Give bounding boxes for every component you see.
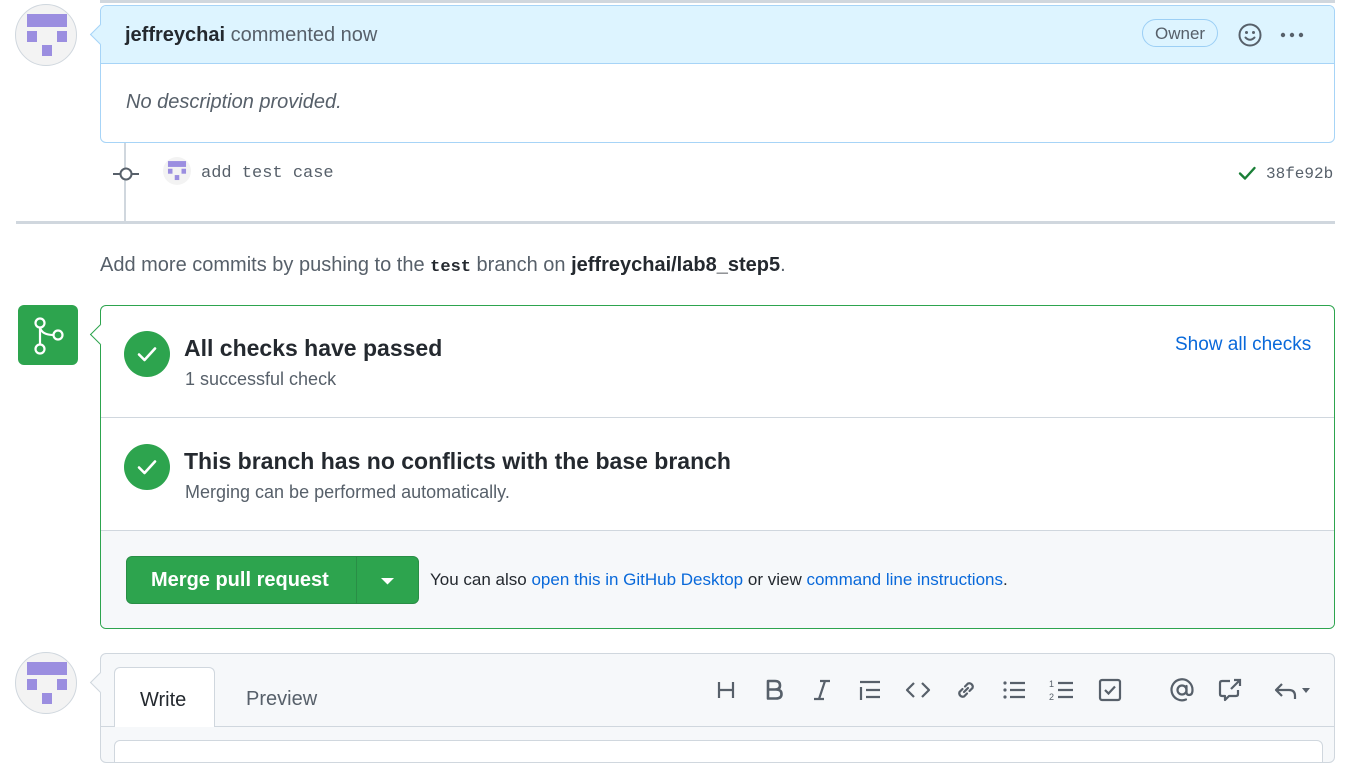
branch-name: test bbox=[430, 258, 471, 277]
commit-sha[interactable]: 38fe92b bbox=[1266, 165, 1333, 183]
editor-header-border bbox=[101, 726, 1334, 727]
no-conflicts-icon bbox=[124, 444, 170, 490]
reaction-button[interactable] bbox=[1236, 21, 1264, 49]
comment-body: No description provided. bbox=[126, 91, 342, 113]
comment-meta: jeffreychai commented now bbox=[125, 23, 377, 47]
avatar[interactable] bbox=[15, 4, 77, 66]
more-options-button[interactable] bbox=[1278, 21, 1306, 49]
conflicts-title: This branch has no conflicts with the ba… bbox=[184, 448, 731, 474]
checks-title: All checks have passed bbox=[184, 335, 443, 361]
smiley-icon bbox=[1238, 23, 1262, 47]
push-hint-prefix: Add more commits by pushing to the bbox=[100, 254, 425, 276]
cross-reference-icon bbox=[1218, 678, 1242, 702]
svg-text:1: 1 bbox=[1049, 679, 1054, 689]
tab-write[interactable]: Write bbox=[114, 667, 215, 727]
current-user-avatar[interactable] bbox=[15, 652, 77, 714]
quote-button[interactable] bbox=[856, 676, 884, 704]
tab-write-label: Write bbox=[140, 689, 187, 711]
bold-icon bbox=[766, 679, 783, 700]
merge-hint-suffix: . bbox=[1003, 570, 1008, 589]
comment-action: commented now bbox=[230, 24, 378, 46]
quote-icon bbox=[859, 680, 880, 700]
svg-text:2: 2 bbox=[1049, 692, 1054, 702]
merge-hint-prefix: You can also bbox=[430, 570, 527, 589]
commit-message[interactable]: add test case bbox=[201, 164, 334, 183]
conflicts-subtitle: Merging can be performed automatically. bbox=[185, 482, 510, 502]
unordered-list-button[interactable] bbox=[1000, 676, 1028, 704]
code-button[interactable] bbox=[904, 676, 932, 704]
reply-icon bbox=[1274, 683, 1310, 699]
code-icon bbox=[905, 682, 931, 698]
github-desktop-link[interactable]: open this in GitHub Desktop bbox=[531, 570, 743, 589]
top-divider bbox=[100, 0, 1335, 3]
git-commit-icon bbox=[113, 162, 139, 186]
bold-button[interactable] bbox=[760, 676, 788, 704]
push-hint-suffix: . bbox=[780, 254, 786, 276]
link-icon bbox=[958, 682, 974, 698]
command-line-link[interactable]: command line instructions bbox=[806, 570, 1003, 589]
triangle-down-icon bbox=[381, 578, 394, 585]
tab-preview[interactable]: Preview bbox=[228, 667, 338, 725]
checks-subtitle: 1 successful check bbox=[185, 369, 337, 389]
check-icon[interactable] bbox=[1237, 163, 1257, 183]
saved-replies-button[interactable] bbox=[1272, 676, 1316, 704]
push-hint-middle: branch on bbox=[476, 254, 566, 276]
show-all-checks-link[interactable]: Show all checks bbox=[1175, 334, 1311, 356]
merge-hint: You can also open this in GitHub Desktop… bbox=[430, 570, 1008, 590]
commit-avatar[interactable] bbox=[163, 157, 191, 185]
timeline-divider bbox=[16, 221, 1335, 224]
mention-button[interactable] bbox=[1168, 676, 1196, 704]
merge-status-icon bbox=[18, 305, 78, 365]
unordered-list-icon bbox=[1003, 681, 1025, 699]
heading-button[interactable] bbox=[712, 676, 740, 704]
repo-link[interactable]: jeffreychai/lab8_step5 bbox=[571, 254, 780, 276]
italic-icon bbox=[814, 679, 830, 701]
merge-method-dropdown[interactable] bbox=[357, 557, 418, 603]
ordered-list-icon: 12 bbox=[1049, 679, 1073, 702]
git-merge-icon bbox=[34, 317, 64, 355]
checks-passed-icon bbox=[124, 331, 170, 377]
kebab-horizontal-icon bbox=[1280, 32, 1304, 38]
italic-button[interactable] bbox=[808, 676, 836, 704]
owner-badge: Owner bbox=[1142, 19, 1219, 47]
editor-textarea[interactable] bbox=[114, 740, 1323, 762]
ordered-list-button[interactable]: 12 bbox=[1048, 676, 1076, 704]
push-hint: Add more commits by pushing to the test … bbox=[100, 254, 786, 277]
link-button[interactable] bbox=[952, 676, 980, 704]
mention-icon bbox=[1170, 678, 1194, 702]
merge-hint-middle: or view bbox=[747, 570, 802, 589]
merge-box-divider-1 bbox=[101, 417, 1334, 418]
cross-reference-button[interactable] bbox=[1216, 676, 1244, 704]
task-list-icon bbox=[1098, 678, 1122, 702]
task-list-button[interactable] bbox=[1096, 676, 1124, 704]
merge-button-label: Merge pull request bbox=[151, 569, 329, 591]
comment-author[interactable]: jeffreychai bbox=[125, 24, 225, 46]
tab-preview-label: Preview bbox=[246, 688, 318, 710]
merge-pull-request-button: Merge pull request bbox=[126, 556, 419, 604]
heading-icon bbox=[717, 682, 735, 698]
